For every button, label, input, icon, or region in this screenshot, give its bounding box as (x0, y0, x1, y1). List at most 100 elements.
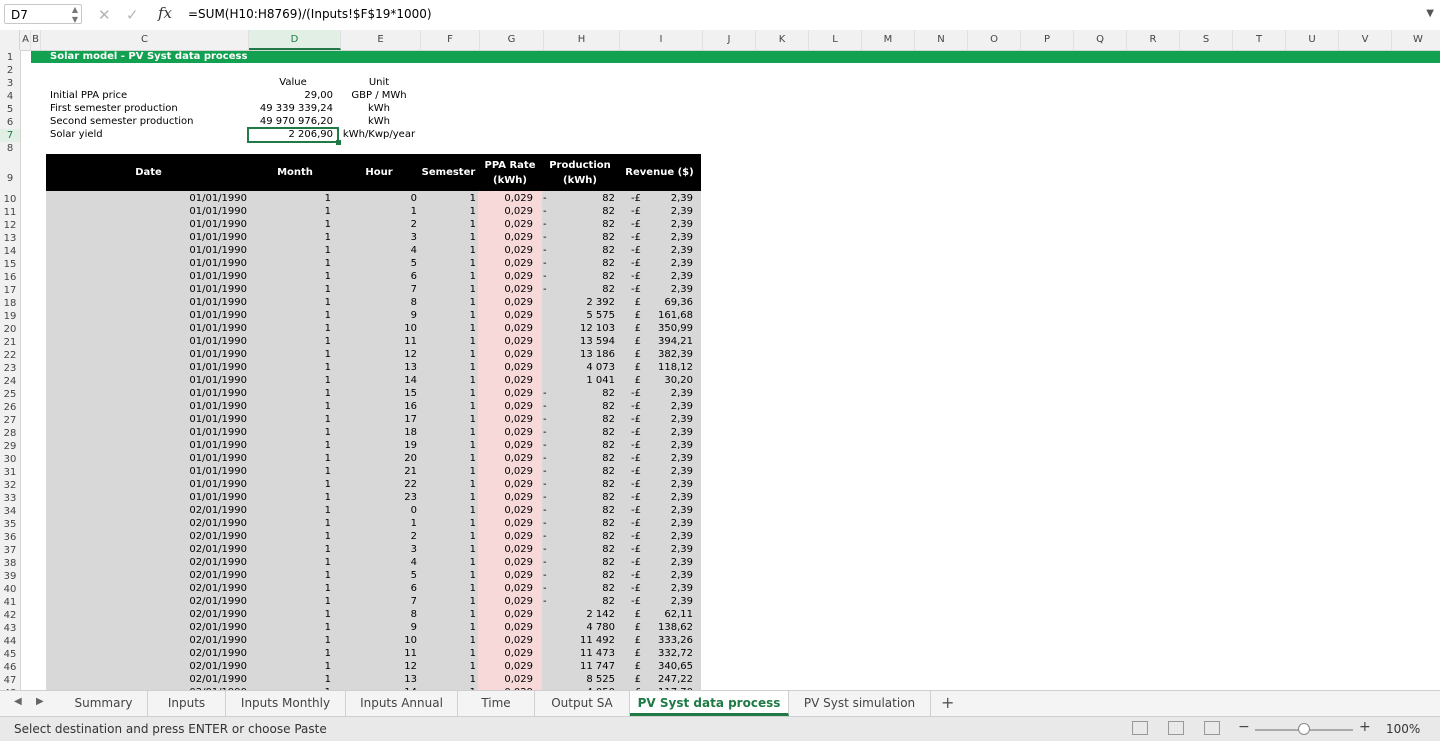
row-header[interactable]: 14 (0, 245, 20, 258)
table-row[interactable]: 01/01/1990 1 5 1 0,029- 82 -£ 2,39 (21, 258, 721, 271)
row-header[interactable]: 36 (0, 531, 20, 544)
table-row[interactable]: 01/01/1990 1 9 1 0,029 5 575 £161,68 (21, 310, 721, 323)
row-header[interactable]: 6 (0, 116, 20, 129)
column-header-c[interactable]: C (41, 30, 249, 50)
row-header[interactable]: 35 (0, 518, 20, 531)
row-header[interactable]: 44 (0, 635, 20, 648)
table-row[interactable]: 01/01/1990 1 21 1 0,029- 82 -£ 2,39 (21, 466, 721, 479)
table-row[interactable]: 01/01/1990 1 1 1 0,029- 82 -£ 2,39 (21, 206, 721, 219)
column-header-f[interactable]: F (421, 30, 480, 50)
row-header[interactable]: 34 (0, 505, 20, 518)
row-header[interactable]: 27 (0, 414, 20, 427)
row-header[interactable]: 28 (0, 427, 20, 440)
column-header-n[interactable]: N (915, 30, 968, 50)
row-header[interactable]: 3 (0, 77, 20, 90)
table-row[interactable]: 01/01/1990 1 6 1 0,029- 82 -£ 2,39 (21, 271, 721, 284)
row-header[interactable]: 2 (0, 64, 20, 77)
table-row[interactable]: 02/01/1990 1 6 1 0,029- 82 -£ 2,39 (21, 583, 721, 596)
table-row[interactable]: 01/01/1990 1 13 1 0,029 4 073 £118,12 (21, 362, 721, 375)
row-header[interactable]: 19 (0, 310, 20, 323)
column-header-j[interactable]: J (703, 30, 756, 50)
sheet-tab[interactable]: Inputs Annual (346, 691, 458, 716)
insert-function-icon[interactable]: fx (158, 4, 172, 22)
row-header[interactable]: 42 (0, 609, 20, 622)
row-header[interactable]: 29 (0, 440, 20, 453)
column-header-r[interactable]: R (1127, 30, 1180, 50)
column-header-m[interactable]: M (862, 30, 915, 50)
name-box[interactable]: D7 ▲ ▼ (4, 4, 82, 24)
table-row[interactable]: 01/01/1990 1 2 1 0,029- 82 -£ 2,39 (21, 219, 721, 232)
zoom-slider-knob[interactable] (1298, 723, 1310, 735)
sheet-tab[interactable]: Inputs (148, 691, 226, 716)
table-row[interactable]: 01/01/1990 1 3 1 0,029- 82 -£ 2,39 (21, 232, 721, 245)
row-header[interactable]: 41 (0, 596, 20, 609)
sheet-tab[interactable]: Output SA (535, 691, 630, 716)
column-header-g[interactable]: G (480, 30, 544, 50)
row-header[interactable]: 43 (0, 622, 20, 635)
row-header[interactable]: 25 (0, 388, 20, 401)
table-row[interactable]: 02/01/1990 1 4 1 0,029- 82 -£ 2,39 (21, 557, 721, 570)
zoom-out-icon[interactable]: − (1238, 719, 1250, 735)
row-header[interactable]: 18 (0, 297, 20, 310)
sheet-tab[interactable]: Inputs Monthly (226, 691, 346, 716)
row-header[interactable]: 13 (0, 232, 20, 245)
table-row[interactable]: 01/01/1990 1 14 1 0,029 1 041 £30,20 (21, 375, 721, 388)
table-row[interactable]: 01/01/1990 1 18 1 0,029- 82 -£ 2,39 (21, 427, 721, 440)
row-header[interactable]: 4 (0, 90, 20, 103)
row-header[interactable]: 22 (0, 349, 20, 362)
table-row[interactable]: 02/01/1990 1 13 1 0,029 8 525 £247,22 (21, 674, 721, 687)
row-header[interactable]: 16 (0, 271, 20, 284)
row-header[interactable]: 33 (0, 492, 20, 505)
normal-view-icon[interactable] (1132, 721, 1148, 735)
sheet-grid[interactable]: Solar model - PV Syst data process Value… (21, 51, 1440, 691)
row-header[interactable]: 10 (0, 193, 20, 206)
table-row[interactable]: 02/01/1990 1 7 1 0,029- 82 -£ 2,39 (21, 596, 721, 609)
row-header[interactable]: 26 (0, 401, 20, 414)
column-header-w[interactable]: W (1392, 30, 1440, 50)
row-header[interactable]: 38 (0, 557, 20, 570)
column-header-e[interactable]: E (341, 30, 421, 50)
row-header[interactable]: 40 (0, 583, 20, 596)
row-header[interactable]: 15 (0, 258, 20, 271)
row-header[interactable]: 7 (0, 129, 20, 142)
table-row[interactable]: 02/01/1990 1 9 1 0,029 4 780 £138,62 (21, 622, 721, 635)
table-row[interactable]: 01/01/1990 1 20 1 0,029- 82 -£ 2,39 (21, 453, 721, 466)
sheet-tab[interactable]: PV Syst data process (630, 691, 789, 716)
prev-sheet-icon[interactable]: ◀ (14, 696, 22, 707)
row-header[interactable]: 47 (0, 674, 20, 687)
column-header-k[interactable]: K (756, 30, 809, 50)
column-header-v[interactable]: V (1339, 30, 1392, 50)
row-header[interactable]: 37 (0, 544, 20, 557)
row-header[interactable]: 11 (0, 206, 20, 219)
row-header[interactable]: 21 (0, 336, 20, 349)
cancel-icon[interactable]: ✕ (98, 6, 111, 24)
table-row[interactable]: 01/01/1990 1 23 1 0,029- 82 -£ 2,39 (21, 492, 721, 505)
table-row[interactable]: 01/01/1990 1 4 1 0,029- 82 -£ 2,39 (21, 245, 721, 258)
row-header[interactable]: 12 (0, 219, 20, 232)
column-header-i[interactable]: I (620, 30, 703, 50)
table-row[interactable]: 02/01/1990 1 12 1 0,029 11 747 £340,65 (21, 661, 721, 674)
table-row[interactable]: 01/01/1990 1 8 1 0,029 2 392 £69,36 (21, 297, 721, 310)
row-header[interactable]: 17 (0, 284, 20, 297)
selected-cell-d7[interactable] (247, 127, 339, 143)
row-header[interactable]: 30 (0, 453, 20, 466)
table-row[interactable]: 01/01/1990 1 15 1 0,029- 82 -£ 2,39 (21, 388, 721, 401)
table-row[interactable]: 02/01/1990 1 11 1 0,029 11 473 £332,72 (21, 648, 721, 661)
table-row[interactable]: 01/01/1990 1 10 1 0,029 12 103 £350,99 (21, 323, 721, 336)
column-header-s[interactable]: S (1180, 30, 1233, 50)
row-header[interactable]: 5 (0, 103, 20, 116)
row-header[interactable]: 20 (0, 323, 20, 336)
table-row[interactable]: 01/01/1990 1 7 1 0,029- 82 -£ 2,39 (21, 284, 721, 297)
page-layout-view-icon[interactable] (1168, 721, 1184, 735)
row-header[interactable]: 46 (0, 661, 20, 674)
column-header-o[interactable]: O (968, 30, 1021, 50)
table-row[interactable]: 02/01/1990 1 5 1 0,029- 82 -£ 2,39 (21, 570, 721, 583)
table-row[interactable]: 01/01/1990 1 12 1 0,029 13 186 £382,39 (21, 349, 721, 362)
page-break-view-icon[interactable] (1204, 721, 1220, 735)
column-header-p[interactable]: P (1021, 30, 1074, 50)
row-header[interactable]: 1 (0, 51, 20, 64)
param-value[interactable]: 49 339 339,24 (248, 103, 333, 114)
expand-formula-bar-icon[interactable]: ▼ (1426, 8, 1434, 19)
column-header-b[interactable]: B (31, 30, 41, 50)
row-header[interactable]: 32 (0, 479, 20, 492)
